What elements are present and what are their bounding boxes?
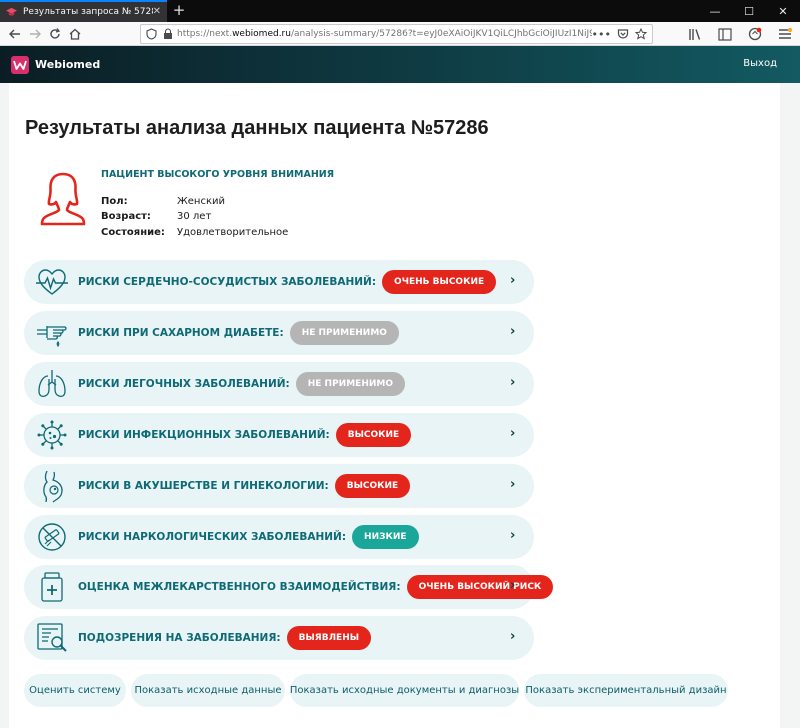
chevron-right-icon: › [510,629,516,644]
attribute-value: 30 лет [177,211,212,222]
forward-icon[interactable] [26,25,44,43]
shield-icon[interactable] [146,28,157,40]
attribute-label: Возраст: [101,211,151,222]
pocket-icon[interactable] [617,28,629,40]
app-header: Webiomed Выход [0,46,800,83]
risk-row-obstetrics[interactable]: РИСКИ В АКУШЕРСТВЕ И ГИНЕКОЛОГИИ: ВЫСОКИ… [24,464,534,508]
heart-pulse-icon [36,269,68,295]
chevron-right-icon: › [510,477,516,492]
no-drugs-icon [38,523,66,551]
chevron-right-icon: › [510,375,516,390]
library-icon[interactable] [686,25,704,43]
patient-status: ПАЦИЕНТ ВЫСОКОГО УРОВНЯ ВНИМАНИЯ [101,169,335,180]
risk-row-infectious[interactable]: РИСКИ ИНФЕКЦИОННЫХ ЗАБОЛЕВАНИЙ: ВЫСОКИЕ … [24,413,534,457]
logo-text: Webiomed [35,58,101,71]
risk-label: РИСКИ СЕРДЕЧНО-СОСУДИСТЫХ ЗАБОЛЕВАНИЙ: [78,276,377,288]
show-experimental-design-button[interactable]: Показать экспериментальный дизайн [524,674,728,707]
chevron-right-icon: › [510,273,516,288]
close-tab-icon[interactable]: ✕ [153,7,161,17]
risk-row-diabetes[interactable]: РИСКИ ПРИ САХАРНОМ ДИАБЕТЕ: НЕ ПРИМЕНИМО… [24,311,534,355]
risk-badge: НЕ ПРИМЕНИМО [289,321,399,345]
risk-label: РИСКИ НАРКОЛОГИЧЕСКИХ ЗАБОЛЕВАНИЙ: [78,531,347,543]
home-icon[interactable] [66,25,84,43]
reload-icon[interactable] [46,25,64,43]
risk-badge: ОЧЕНЬ ВЫСОКИЙ РИСК [406,575,554,599]
risk-label: РИСКИ ИНФЕКЦИОННЫХ ЗАБОЛЕВАНИЙ: [78,429,330,441]
window-close-icon[interactable]: ✕ [766,0,800,22]
page-actions-icon[interactable]: ••• [592,28,611,41]
maximize-icon[interactable]: ☐ [732,0,766,22]
graduation-cap-icon [6,7,17,16]
attribute-label: Пол: [101,196,128,207]
attribute-value: Женский [177,196,225,207]
report-search-icon [37,623,67,652]
chevron-right-icon: › [510,578,516,593]
browser-tab-bar: Результаты запроса № 57286 ✕ + — ☐ ✕ [0,0,800,22]
bookmark-star-icon[interactable] [635,28,647,40]
chevron-right-icon: › [510,528,516,543]
risk-badge: ВЫСОКИЕ [335,423,412,447]
attribute-value: Удовлетворительное [177,227,289,238]
back-icon[interactable] [6,25,24,43]
risk-label: РИСКИ ПРИ САХАРНОМ ДИАБЕТЕ: [78,327,284,339]
pregnancy-icon [43,470,63,503]
rate-system-button[interactable]: Оценить систему [24,674,126,707]
patient-attribute-condition: Состояние: Удовлетворительное [101,227,288,238]
patient-attribute-gender: Пол: Женский [101,196,225,207]
medicine-bottle-icon [41,572,63,602]
show-source-documents-button[interactable]: Показать исходные документы и диагнозы [290,674,519,707]
menu-icon[interactable] [776,25,794,43]
lock-icon[interactable] [163,28,173,40]
virus-icon [37,420,67,450]
minimize-icon[interactable]: — [698,0,732,22]
risk-badge: НЕ ПРИМЕНИМО [295,372,405,396]
page-title: Результаты анализа данных пациента №5728… [25,117,489,139]
scrollbar[interactable] [780,83,800,728]
risk-row-drug-interaction[interactable]: ОЦЕНКА МЕЖЛЕКАРСТВЕННОГО ВЗАИМОДЕЙСТВИЯ:… [24,565,554,609]
attribute-label: Состояние: [101,227,165,238]
reader-sidebar-icon[interactable] [716,25,734,43]
risk-label: РИСКИ В АКУШЕРСТВЕ И ГИНЕКОЛОГИИ: [78,480,329,492]
risk-row-narcology[interactable]: РИСКИ НАРКОЛОГИЧЕСКИХ ЗАБОЛЕВАНИЙ: НИЗКИ… [24,515,534,559]
chevron-right-icon: › [510,324,516,339]
patient-attribute-age: Возраст: 30 лет [101,211,211,222]
risk-label: РИСКИ ЛЕГОЧНЫХ ЗАБОЛЕВАНИЙ: [78,378,290,390]
risk-badge: ВЫЯВЛЕНЫ [286,626,372,650]
risk-row-disease-suspicion[interactable]: ПОДОЗРЕНИЯ НА ЗАБОЛЕВАНИЯ: ВЫЯВЛЕНЫ › [24,616,534,660]
logout-link[interactable]: Выход [743,58,777,69]
new-tab-button[interactable]: + [170,2,188,20]
tab-title: Результаты запроса № 57286 [23,7,153,17]
female-patient-icon [40,172,86,226]
browser-nav-bar: https://next.webiomed.ru/analysis-summar… [0,22,800,46]
webiomed-logo-icon [11,55,29,74]
chevron-right-icon: › [510,426,516,441]
url-text: https://next.webiomed.ru/analysis-summar… [177,29,592,39]
risk-label: ПОДОЗРЕНИЯ НА ЗАБОЛЕВАНИЯ: [78,632,281,644]
risk-badge: ВЫСОКИЕ [334,474,411,498]
address-bar[interactable]: https://next.webiomed.ru/analysis-summar… [140,24,653,44]
show-source-data-button[interactable]: Показать исходные данные [131,674,285,707]
glucose-finger-icon [37,326,67,348]
risk-row-cardiovascular[interactable]: РИСКИ СЕРДЕЧНО-СОСУДИСТЫХ ЗАБОЛЕВАНИЙ: О… [24,260,534,304]
browser-tab[interactable]: Результаты запроса № 57286 ✕ [0,0,167,22]
extension-icon[interactable] [746,25,764,43]
risk-row-pulmonary[interactable]: РИСКИ ЛЕГОЧНЫХ ЗАБОЛЕВАНИЙ: НЕ ПРИМЕНИМО… [24,362,534,406]
risk-label: ОЦЕНКА МЕЖЛЕКАРСТВЕННОГО ВЗАИМОДЕЙСТВИЯ: [78,581,401,593]
risk-badge: НИЗКИЕ [352,525,419,549]
lungs-icon [38,370,66,397]
risk-badge: ОЧЕНЬ ВЫСОКИЕ [382,270,497,294]
